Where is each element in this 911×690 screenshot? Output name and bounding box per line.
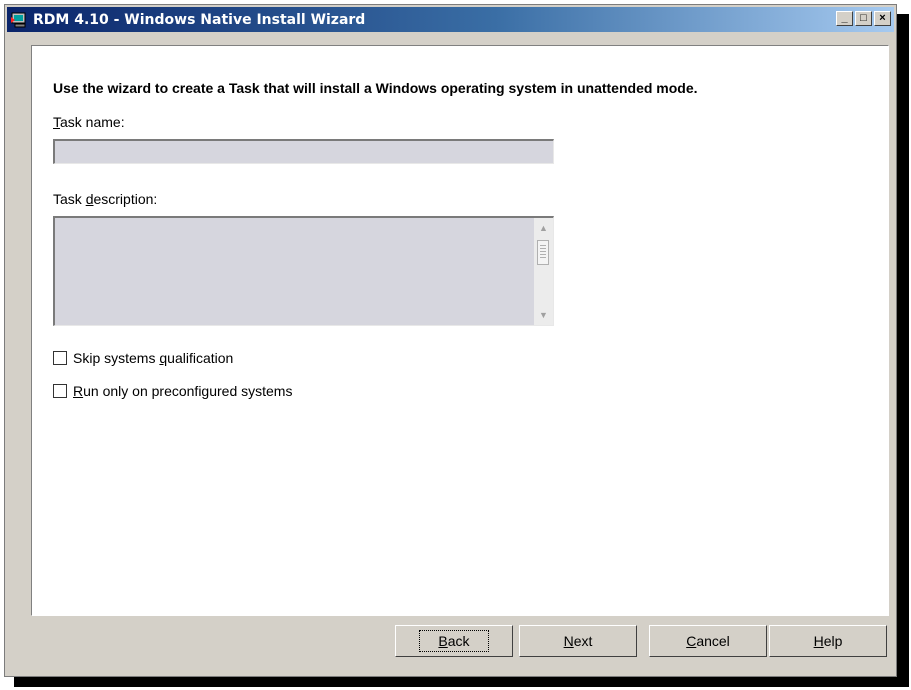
maximize-icon: □ bbox=[860, 12, 867, 24]
minimize-icon: _ bbox=[841, 12, 848, 24]
next-button-label: Next bbox=[563, 633, 593, 649]
task-description-label: Task description: bbox=[53, 191, 158, 207]
computer-icon bbox=[11, 12, 26, 27]
help-button[interactable]: Help bbox=[769, 625, 887, 657]
description-scrollbar[interactable]: ▲ ▼ bbox=[534, 218, 553, 325]
cancel-button-label: Cancel bbox=[686, 633, 730, 649]
run-preconfigured-option[interactable]: Run only on preconfigured systems bbox=[53, 383, 292, 399]
wizard-heading: Use the wizard to create a Task that wil… bbox=[53, 80, 698, 96]
close-button[interactable]: × bbox=[874, 11, 891, 26]
close-icon: × bbox=[879, 12, 886, 24]
skip-qualification-label: Skip systems qualification bbox=[73, 350, 234, 366]
help-button-label: Help bbox=[813, 633, 843, 649]
back-button[interactable]: Back bbox=[395, 625, 513, 657]
wizard-window: RDM 4.10 - Windows Native Install Wizard… bbox=[4, 4, 897, 677]
minimize-button[interactable]: _ bbox=[836, 11, 853, 26]
scroll-up-icon[interactable]: ▲ bbox=[534, 220, 553, 236]
maximize-button[interactable]: □ bbox=[855, 11, 872, 26]
run-preconfigured-checkbox[interactable] bbox=[53, 384, 67, 398]
scroll-thumb[interactable] bbox=[537, 240, 549, 265]
title-bar[interactable]: RDM 4.10 - Windows Native Install Wizard… bbox=[7, 7, 894, 32]
skip-qualification-option[interactable]: Skip systems qualification bbox=[53, 350, 233, 366]
run-preconfigured-label: Run only on preconfigured systems bbox=[73, 383, 293, 399]
task-description-textarea[interactable]: ▲ ▼ bbox=[53, 216, 554, 326]
wizard-panel: Use the wizard to create a Task that wil… bbox=[31, 45, 889, 616]
task-name-input[interactable] bbox=[53, 139, 554, 164]
cancel-button[interactable]: Cancel bbox=[649, 625, 767, 657]
task-name-label: Task name: bbox=[53, 114, 125, 130]
back-button-label: Back bbox=[419, 630, 489, 652]
next-button[interactable]: Next bbox=[519, 625, 637, 657]
window-title: RDM 4.10 - Windows Native Install Wizard bbox=[33, 11, 366, 28]
scroll-down-icon[interactable]: ▼ bbox=[534, 307, 553, 323]
skip-qualification-checkbox[interactable] bbox=[53, 351, 67, 365]
button-bar: Back Next Cancel Help bbox=[5, 625, 896, 665]
